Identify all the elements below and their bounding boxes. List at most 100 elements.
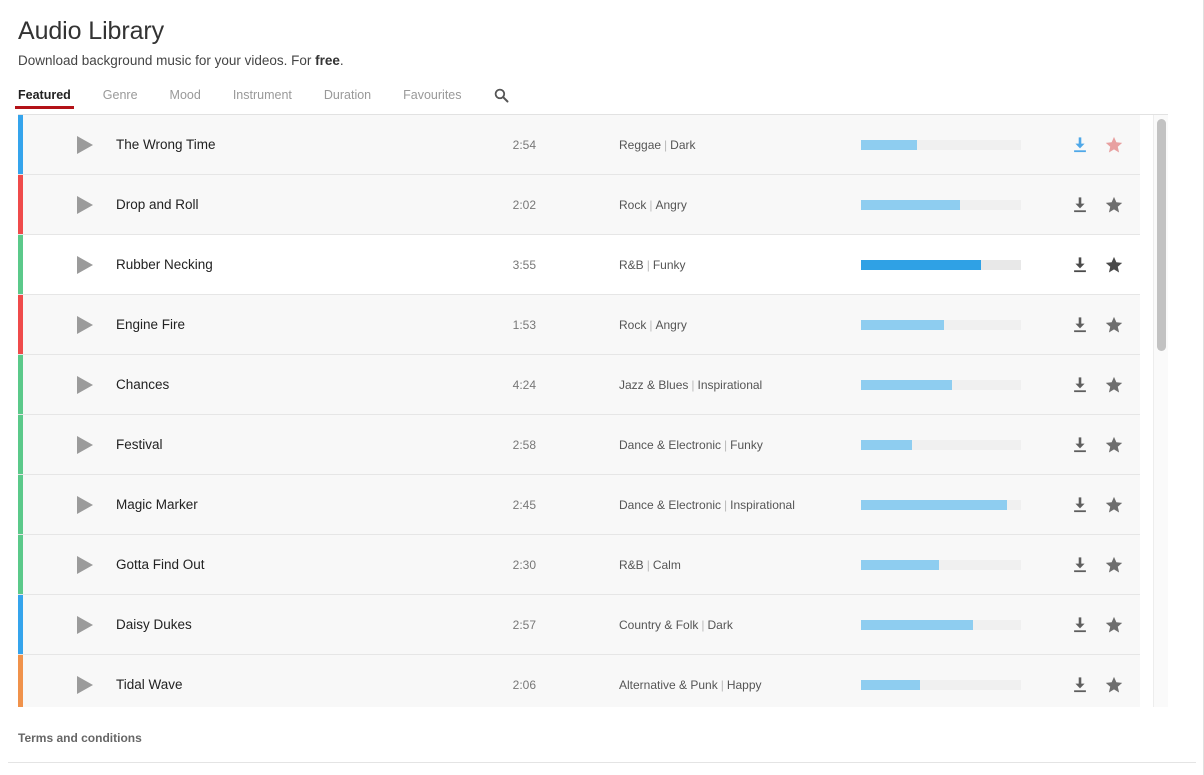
play-button[interactable] xyxy=(72,492,98,518)
tab-duration[interactable]: Duration xyxy=(324,88,371,109)
track-row[interactable]: Drop and Roll 2:02 Rock | Angry xyxy=(18,175,1140,235)
star-icon[interactable] xyxy=(1105,256,1123,274)
download-icon[interactable] xyxy=(1071,556,1089,574)
play-button[interactable] xyxy=(72,192,98,218)
tab-featured[interactable]: Featured xyxy=(15,88,74,109)
favourite-button[interactable] xyxy=(1105,676,1123,694)
download-button[interactable] xyxy=(1071,436,1089,454)
track-row[interactable]: Gotta Find Out 2:30 R&B | Calm xyxy=(18,535,1140,595)
track-progress-bar[interactable] xyxy=(861,619,1021,630)
download-icon[interactable] xyxy=(1071,196,1089,214)
track-row[interactable]: Chances 4:24 Jazz & Blues | Inspirational xyxy=(18,355,1140,415)
favourite-button[interactable] xyxy=(1105,556,1123,574)
track-row[interactable]: Rubber Necking 3:55 R&B | Funky xyxy=(18,235,1140,295)
genre-mood-separator: | xyxy=(724,497,728,512)
play-button[interactable] xyxy=(72,312,98,338)
tab-genre[interactable]: Genre xyxy=(103,88,138,109)
track-progress-bar[interactable] xyxy=(861,679,1021,690)
download-button[interactable] xyxy=(1071,316,1089,334)
play-button[interactable] xyxy=(72,252,98,278)
play-button[interactable] xyxy=(72,612,98,638)
track-genre: Dance & Electronic xyxy=(619,497,722,512)
category-color-bar xyxy=(18,175,23,234)
track-progress-bar[interactable] xyxy=(861,319,1021,330)
scrollbar-thumb[interactable] xyxy=(1157,119,1166,351)
download-button[interactable] xyxy=(1071,136,1089,154)
track-row[interactable]: Tidal Wave 2:06 Alternative & Punk | Happy xyxy=(18,655,1140,707)
download-icon[interactable] xyxy=(1071,436,1089,454)
page-subtitle: Download background music for your video… xyxy=(18,52,1204,70)
favourite-button[interactable] xyxy=(1105,136,1123,154)
star-icon[interactable] xyxy=(1105,196,1123,214)
search-button[interactable] xyxy=(494,88,509,108)
track-progress-bar[interactable] xyxy=(861,439,1021,450)
track-progress-bar[interactable] xyxy=(861,559,1021,570)
track-row[interactable]: Magic Marker 2:45 Dance & Electronic | Inspi… xyxy=(18,475,1140,535)
track-progress-bar[interactable] xyxy=(861,379,1021,390)
star-icon[interactable] xyxy=(1105,316,1123,334)
track-row[interactable]: Festival 2:58 Dance & Electronic | Funky xyxy=(18,415,1140,475)
download-icon[interactable] xyxy=(1071,376,1089,394)
download-icon[interactable] xyxy=(1071,136,1089,154)
track-genre-mood: Jazz & Blues | Inspirational xyxy=(619,378,849,392)
star-icon[interactable] xyxy=(1105,496,1123,514)
favourite-button[interactable] xyxy=(1105,436,1123,454)
track-actions xyxy=(1071,376,1123,394)
play-button[interactable] xyxy=(72,552,98,578)
star-icon[interactable] xyxy=(1105,376,1123,394)
star-icon[interactable] xyxy=(1105,676,1123,694)
download-button[interactable] xyxy=(1071,256,1089,274)
genre-mood-separator: | xyxy=(691,377,695,392)
track-row[interactable]: The Wrong Time 2:54 Reggae | Dark xyxy=(18,115,1140,175)
track-genre-mood: Rock | Angry xyxy=(619,198,849,212)
track-duration: 2:54 xyxy=(512,137,536,152)
track-genre: R&B xyxy=(619,557,644,572)
star-icon[interactable] xyxy=(1105,136,1123,154)
favourite-button[interactable] xyxy=(1105,376,1123,394)
track-progress-fill xyxy=(861,199,961,210)
download-icon[interactable] xyxy=(1071,496,1089,514)
track-row[interactable]: Engine Fire 1:53 Rock | Angry xyxy=(18,295,1140,355)
download-icon[interactable] xyxy=(1071,676,1089,694)
category-color-bar xyxy=(18,235,23,294)
star-icon[interactable] xyxy=(1105,616,1123,634)
download-button[interactable] xyxy=(1071,556,1089,574)
track-row[interactable]: Daisy Dukes 2:57 Country & Folk | Dark xyxy=(18,595,1140,655)
track-progress-bar[interactable] xyxy=(861,199,1021,210)
track-progress-bar[interactable] xyxy=(861,499,1021,510)
favourite-button[interactable] xyxy=(1105,196,1123,214)
tab-favourites[interactable]: Favourites xyxy=(403,88,461,109)
play-button[interactable] xyxy=(72,372,98,398)
play-button[interactable] xyxy=(72,132,98,158)
download-button[interactable] xyxy=(1071,616,1089,634)
play-button[interactable] xyxy=(72,672,98,698)
download-icon[interactable] xyxy=(1071,616,1089,634)
tab-instrument[interactable]: Instrument xyxy=(233,88,292,109)
track-progress-bar[interactable] xyxy=(861,259,1021,270)
track-actions xyxy=(1071,316,1123,334)
star-icon[interactable] xyxy=(1105,556,1123,574)
list-scrollbar[interactable] xyxy=(1153,115,1168,707)
category-color-bar xyxy=(18,535,23,594)
favourite-button[interactable] xyxy=(1105,496,1123,514)
download-button[interactable] xyxy=(1071,376,1089,394)
download-button[interactable] xyxy=(1071,676,1089,694)
play-button[interactable] xyxy=(72,432,98,458)
download-icon[interactable] xyxy=(1071,256,1089,274)
track-progress-fill xyxy=(861,259,981,270)
favourite-button[interactable] xyxy=(1105,616,1123,634)
download-button[interactable] xyxy=(1071,496,1089,514)
track-progress-fill xyxy=(861,619,973,630)
terms-and-conditions-link[interactable]: Terms and conditions xyxy=(18,731,142,745)
footer-divider xyxy=(8,762,1196,763)
favourite-button[interactable] xyxy=(1105,256,1123,274)
track-progress-bar[interactable] xyxy=(861,139,1021,150)
tab-mood[interactable]: Mood xyxy=(170,88,201,109)
track-genre: Country & Folk xyxy=(619,617,699,632)
favourite-button[interactable] xyxy=(1105,316,1123,334)
download-icon[interactable] xyxy=(1071,316,1089,334)
track-actions xyxy=(1071,436,1123,454)
star-icon[interactable] xyxy=(1105,436,1123,454)
download-button[interactable] xyxy=(1071,196,1089,214)
track-genre-mood: Reggae | Dark xyxy=(619,138,849,152)
